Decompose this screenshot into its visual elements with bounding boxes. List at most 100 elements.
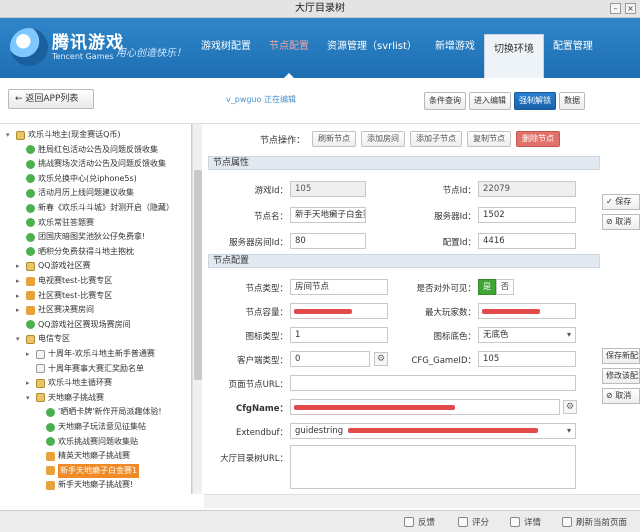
tree-item[interactable]: 十周年赛事大赛汇奖励名单 [26, 362, 144, 376]
nav-tab-resource-manage[interactable]: 资源管理（svrlist） [318, 18, 426, 78]
tree-scrollbar-thumb[interactable] [194, 170, 202, 380]
tree-item[interactable]: ▸ 社区赛决赛房间 [16, 303, 94, 317]
game-id-field[interactable]: 105 [290, 181, 366, 197]
content-horizontal-scrollbar[interactable] [204, 494, 640, 508]
icon-type-field[interactable]: 1 [290, 327, 388, 343]
collapse-arrow-icon[interactable]: ▾ [16, 332, 24, 346]
expand-arrow-icon[interactable]: ▸ [16, 289, 24, 303]
tree-item[interactable]: 新手天地癞子白金赛1 [36, 463, 140, 478]
cfgname-field[interactable] [290, 399, 560, 415]
expand-arrow-icon[interactable]: ▸ [26, 376, 34, 390]
collapse-arrow-icon[interactable]: ▾ [26, 391, 34, 405]
visible-toggle[interactable]: 是 否 [478, 279, 514, 295]
data-button[interactable]: 数据 [559, 92, 585, 110]
client-type-field[interactable]: 0 [290, 351, 370, 367]
tree-item[interactable]: '晒晒卡牌'新作开局派趣体验! [36, 405, 162, 419]
enter-edit-button[interactable]: 进入编辑 [469, 92, 511, 110]
visible-yes-option[interactable]: 是 [478, 279, 496, 295]
green-circle-icon [46, 407, 55, 417]
condition-query-button[interactable]: 条件查询 [424, 92, 466, 110]
expand-arrow-icon[interactable]: ▸ [26, 347, 34, 361]
tree-item-label: 电视赛test-比赛专区 [38, 276, 113, 285]
config-id-field[interactable]: 4416 [478, 233, 576, 249]
nav-tab-config-manage[interactable]: 配置管理 [544, 18, 602, 78]
green-circle-icon [26, 232, 35, 242]
add-child-node-button[interactable]: 添加子节点 [410, 131, 463, 147]
tree-item[interactable]: 挑战赛场次活动公告及问题反馈收集 [16, 157, 166, 171]
tree-item[interactable]: ▸ 欢乐斗地主循环赛 [26, 376, 112, 390]
server-id-label: 服务器Id： [434, 212, 476, 222]
tree-item[interactable]: ▸ 电视赛test-比赛专区 [16, 274, 112, 288]
document-icon [36, 349, 45, 359]
node-id-field[interactable]: 22079 [478, 181, 576, 197]
tree-item[interactable]: ▾ 天地癞子挑战赛 [26, 391, 104, 405]
rating-button[interactable]: 评分 [458, 516, 489, 528]
tree-item[interactable]: 胜局红包活动公告及问题反馈收集 [16, 143, 158, 157]
extendbuf-field[interactable]: guidestring ▾ [290, 423, 576, 439]
nav-tab-tree-config[interactable]: 游戏树配置 [192, 18, 260, 78]
tree-item[interactable]: 新手天地癞子挑战赛! [36, 478, 133, 492]
node-capacity-label: 节点容量： [245, 308, 288, 318]
tree-item[interactable]: 欢乐挑战赛问题收集贴 [36, 435, 138, 449]
tree-item-label: 新手天地癞子白金赛1 [58, 463, 140, 478]
tree-scrollbar[interactable] [192, 124, 202, 494]
tree-item[interactable]: QQ游戏社区赛现场赛房间 [16, 318, 131, 332]
tree-item[interactable]: ▸ QQ游戏社区赛 [16, 259, 91, 273]
max-players-field[interactable] [478, 303, 576, 319]
details-button[interactable]: 详情 [510, 516, 541, 528]
save-button[interactable]: ✓ 保存 [602, 194, 640, 210]
tree-item[interactable]: 欢乐常驻答题赛 [16, 216, 94, 230]
nav-tab-node-config[interactable]: 节点配置 [260, 18, 318, 78]
tree-item[interactable]: ▾ 电信专区 [16, 332, 70, 346]
node-capacity-field[interactable] [290, 303, 388, 319]
close-button[interactable]: × [625, 3, 636, 14]
tree-item[interactable]: 天地癞子玩法意见征集帖 [36, 420, 146, 434]
page-url-field[interactable] [290, 375, 576, 391]
node-name-field[interactable]: 新手天地癞子白金赛1 [290, 207, 366, 223]
toolbar: ← 返回APP列表 v_pwguo 正在编辑 条件查询 进入编辑 强制解锁 数据 [0, 78, 640, 124]
tree-item[interactable]: 欢乐兑换中心(兑iphone5s) [16, 172, 137, 186]
cancel-button[interactable]: ⊘ 取消 [602, 214, 640, 230]
node-config-header: 节点配置 [208, 254, 600, 268]
save-new-config-button[interactable]: 保存新配置 [602, 348, 640, 364]
lobby-url-textarea[interactable] [290, 445, 576, 489]
force-unlock-button[interactable]: 强制解锁 [514, 92, 556, 110]
tree-item[interactable]: ▾ 欢乐斗地主(现金赛话Q币) [6, 128, 121, 142]
cfgname-gear-icon[interactable]: ⚙ [563, 400, 577, 414]
modify-config-button[interactable]: 修改该配置 [602, 368, 640, 384]
minimize-button[interactable]: – [610, 3, 621, 14]
nav-tab-switch-env[interactable]: 切换环境 [483, 34, 544, 78]
nav-tab-add-game[interactable]: 新增游戏 [426, 18, 484, 78]
cfg-gameid-field[interactable]: 105 [478, 351, 576, 367]
client-type-gear-icon[interactable]: ⚙ [374, 352, 388, 366]
tree-item-label: QQ游戏社区赛 [38, 261, 91, 271]
tree-item[interactable]: 活动月历上线问题建议收集 [16, 186, 134, 200]
tree-item[interactable]: 精英天地癞子挑战赛 [36, 449, 130, 463]
folder-icon [36, 393, 45, 403]
feedback-button[interactable]: 反馈 [404, 516, 435, 528]
delete-node-button[interactable]: 删除节点 [516, 131, 561, 147]
tree-item[interactable]: 晒积分免费获得斗地主抱枕 [16, 245, 134, 259]
expand-arrow-icon[interactable]: ▸ [16, 303, 24, 317]
feedback-icon [404, 517, 414, 527]
expand-arrow-icon[interactable]: ▸ [16, 259, 24, 273]
copy-node-button[interactable]: 复制节点 [467, 131, 512, 147]
cancel-config-button[interactable]: ⊘ 取消 [602, 388, 640, 404]
tree-item[interactable]: 团国庆暗图奖池狄公仔免费拿! [16, 230, 145, 244]
tree-item[interactable]: 新春《欢乐斗斗城》封测开启（隐藏） [16, 201, 174, 215]
icon-bg-select[interactable]: 无底色 ▾ [478, 327, 576, 343]
tree-item[interactable]: ▸ 十周年-欢乐斗地主新手普通赛 [26, 347, 155, 361]
expand-arrow-icon[interactable]: ▸ [16, 274, 24, 288]
add-room-button[interactable]: 添加房间 [361, 131, 406, 147]
visible-no-option[interactable]: 否 [496, 279, 514, 295]
orange-icon [26, 305, 35, 315]
node-type-field[interactable]: 房间节点 [290, 279, 388, 295]
back-to-app-list-button[interactable]: ← 返回APP列表 [8, 89, 94, 109]
tree-item[interactable]: ▸ 社区赛test-比赛专区 [16, 289, 112, 303]
refresh-page-button[interactable]: 刷新当前页面 [562, 516, 627, 528]
server-room-id-field[interactable]: 80 [290, 233, 366, 249]
server-id-field[interactable]: 1502 [478, 207, 576, 223]
collapse-arrow-icon[interactable]: ▾ [6, 128, 14, 142]
refresh-node-button[interactable]: 刷新节点 [312, 131, 357, 147]
config-id-label: 配置Id： [442, 238, 476, 248]
